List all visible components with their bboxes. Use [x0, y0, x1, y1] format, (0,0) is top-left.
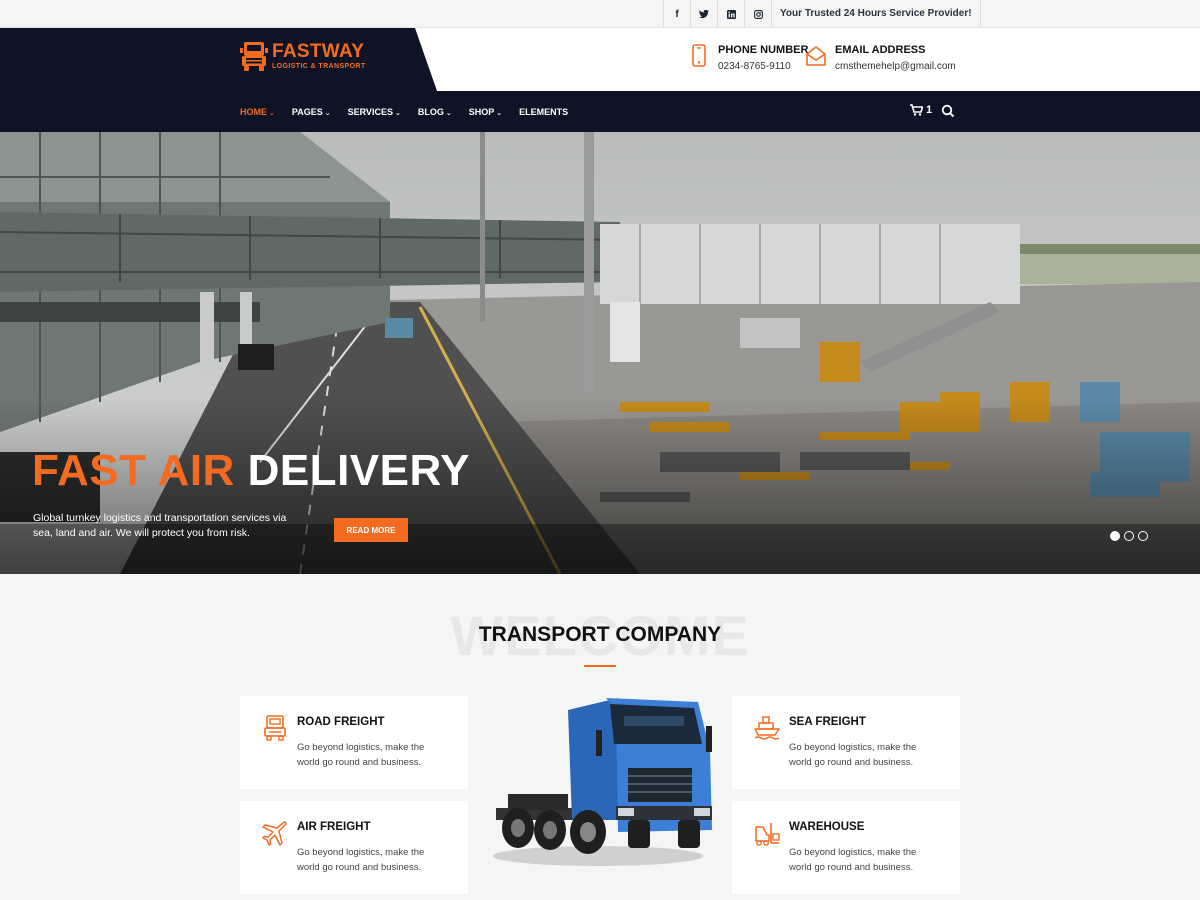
cart-button[interactable]: 1 — [910, 104, 932, 116]
main-navbar: HOME ⌄ PAGES ⌄ SERVICES ⌄ BLOG ⌄ SHOP ⌄ ELEME… — [0, 91, 1200, 132]
service-title: AIR FREIGHT — [297, 821, 371, 833]
phone-icon — [692, 44, 706, 67]
facebook-icon[interactable]: f — [663, 0, 690, 28]
brand-subtitle: LOGISTIC & TRANSPORT — [272, 63, 366, 70]
forklift-icon — [755, 823, 780, 846]
cart-icon — [910, 104, 923, 116]
service-card-warehouse[interactable]: WAREHOUSE Go beyond logistics, make the … — [732, 801, 960, 894]
nav-item-blog[interactable]: BLOG ⌄ — [418, 107, 452, 117]
nav-item-elements[interactable]: ELEMENTS — [519, 107, 568, 117]
email-value[interactable]: cmsthemehelp@gmail.com — [835, 61, 956, 72]
site-header: FASTWAY LOGISTIC & TRANSPORT PHONE NUMBE… — [0, 28, 1200, 91]
phone-value[interactable]: 0234-8765-9110 — [718, 61, 808, 72]
chevron-down-icon: ⌄ — [394, 109, 401, 117]
service-title: WAREHOUSE — [789, 821, 865, 833]
section-title: TRANSPORT COMPANY — [478, 623, 722, 646]
envelope-icon — [806, 45, 826, 66]
service-tagline: Your Trusted 24 Hours Service Provider! — [771, 0, 981, 28]
service-card-air-freight[interactable]: AIR FREIGHT Go beyond logistics, make th… — [240, 801, 468, 894]
nav-elements-label: ELEMENTS — [519, 106, 569, 117]
phone-contact: PHONE NUMBER 0234-8765-9110 — [688, 44, 808, 72]
chevron-down-icon: ⌄ — [496, 109, 503, 117]
slider-dot-2[interactable] — [1124, 531, 1134, 541]
hero-slider: FAST AIR DELIVERY Global turnkey logisti… — [0, 132, 1200, 574]
service-text: Go beyond logistics, make the world go r… — [297, 742, 425, 768]
chevron-down-icon: ⌄ — [445, 109, 452, 117]
service-title: ROAD FREIGHT — [297, 716, 385, 728]
service-text: Go beyond logistics, make the world go r… — [297, 847, 425, 873]
header-navy-block — [0, 28, 437, 91]
email-label: EMAIL ADDRESS — [835, 44, 926, 56]
nav-blog-label: BLOG — [417, 106, 444, 117]
service-card-sea-freight[interactable]: SEA FREIGHT Go beyond logistics, make th… — [732, 696, 960, 789]
nav-pages-label: PAGES — [291, 106, 323, 117]
linkedin-icon[interactable] — [717, 0, 744, 28]
nav-item-pages[interactable]: PAGES ⌄ — [292, 107, 331, 117]
top-bar: f Your Trusted 24 Hours Service Provider… — [0, 0, 1200, 28]
slider-dot-3[interactable] — [1138, 531, 1148, 541]
truck-logo-icon — [240, 42, 268, 71]
email-contact: EMAIL ADDRESS cmsthemehelp@gmail.com — [805, 44, 956, 72]
nav-home-label: HOME — [240, 106, 267, 117]
slider-dot-1[interactable] — [1110, 531, 1120, 541]
nav-services-label: SERVICES — [347, 106, 393, 117]
site-logo[interactable]: FASTWAY LOGISTIC & TRANSPORT — [240, 40, 366, 72]
title-divider — [584, 665, 616, 667]
truck-icon — [264, 715, 286, 741]
nav-item-home[interactable]: HOME ⌄ — [240, 107, 275, 117]
twitter-icon[interactable] — [690, 0, 717, 28]
hero-title-rest: DELIVERY — [247, 446, 470, 495]
search-icon[interactable] — [941, 104, 955, 118]
read-more-button[interactable]: READ MORE — [334, 518, 408, 542]
slider-dots — [1110, 531, 1152, 541]
nav-item-services[interactable]: SERVICES ⌄ — [348, 107, 401, 117]
service-card-road-freight[interactable]: ROAD FREIGHT Go beyond logistics, make t… — [240, 696, 468, 789]
hero-title: FAST AIR DELIVERY — [32, 446, 470, 496]
nav-item-shop[interactable]: SHOP ⌄ — [469, 107, 502, 117]
airplane-icon — [262, 821, 287, 846]
cart-count: 1 — [926, 104, 933, 116]
nav-shop-label: SHOP — [468, 106, 495, 117]
main-nav: HOME ⌄ PAGES ⌄ SERVICES ⌄ BLOG ⌄ SHOP ⌄ ELEME… — [240, 91, 585, 132]
service-title: SEA FREIGHT — [789, 716, 866, 728]
chevron-down-icon: ⌄ — [324, 109, 331, 117]
chevron-down-icon: ⌄ — [269, 109, 275, 117]
ship-icon — [754, 716, 780, 740]
hero-title-accent: FAST AIR — [32, 446, 235, 495]
hero-subtitle: Global turnkey logistics and transportat… — [33, 512, 287, 539]
service-text: Go beyond logistics, make the world go r… — [789, 847, 917, 873]
blue-truck-image — [493, 698, 712, 866]
phone-label: PHONE NUMBER — [718, 44, 809, 56]
social-links: f — [663, 0, 771, 28]
airport-background-image — [0, 132, 1200, 574]
service-text: Go beyond logistics, make the world go r… — [789, 742, 917, 768]
instagram-icon[interactable] — [744, 0, 771, 28]
brand-name: FASTWAY — [272, 41, 365, 62]
